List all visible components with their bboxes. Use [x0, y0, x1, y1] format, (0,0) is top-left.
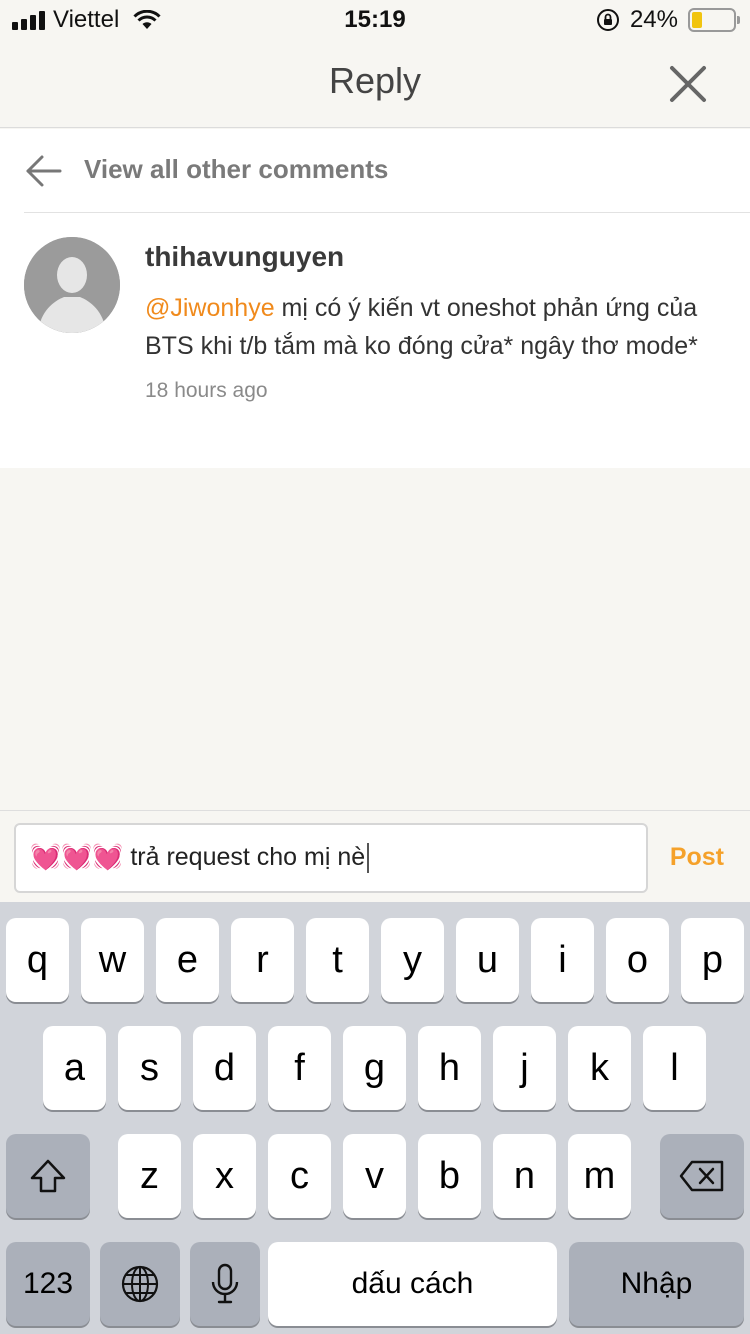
avatar[interactable]: [24, 237, 120, 333]
key-i[interactable]: i: [531, 918, 594, 1002]
key-u[interactable]: u: [456, 918, 519, 1002]
shift-icon: [30, 1159, 66, 1193]
backspace-icon: [679, 1160, 724, 1192]
divider: [24, 212, 750, 213]
key-p[interactable]: p: [681, 918, 744, 1002]
key-b[interactable]: b: [418, 1134, 481, 1218]
globe-icon: [121, 1265, 159, 1303]
globe-key[interactable]: [100, 1242, 180, 1326]
return-key[interactable]: Nhập: [569, 1242, 744, 1326]
key-c[interactable]: c: [268, 1134, 331, 1218]
key-m[interactable]: m: [568, 1134, 631, 1218]
key-a[interactable]: a: [43, 1026, 106, 1110]
battery-fill: [692, 12, 702, 28]
key-n[interactable]: n: [493, 1134, 556, 1218]
orientation-lock-icon: [596, 9, 619, 31]
post-button[interactable]: Post: [670, 843, 724, 872]
key-q[interactable]: q: [6, 918, 69, 1002]
key-f[interactable]: f: [268, 1026, 331, 1110]
key-t[interactable]: t: [306, 918, 369, 1002]
comment-panel: View all other comments thihavunguyen @J…: [0, 129, 750, 468]
key-k[interactable]: k: [568, 1026, 631, 1110]
key-d[interactable]: d: [193, 1026, 256, 1110]
close-icon[interactable]: [666, 62, 710, 106]
back-arrow-icon[interactable]: [24, 151, 64, 191]
numbers-key[interactable]: 123: [6, 1242, 90, 1326]
key-e[interactable]: e: [156, 918, 219, 1002]
key-o[interactable]: o: [606, 918, 669, 1002]
space-key[interactable]: dấu cách: [268, 1242, 557, 1326]
key-w[interactable]: w: [81, 918, 144, 1002]
shift-key[interactable]: [6, 1134, 90, 1218]
key-h[interactable]: h: [418, 1026, 481, 1110]
key-r[interactable]: r: [231, 918, 294, 1002]
text-caret: [367, 843, 370, 874]
mention-link[interactable]: @Jiwonhye: [145, 294, 275, 322]
header: Reply: [0, 40, 750, 128]
reply-input-value[interactable]: 💓💓💓 trả request cho mị nè: [30, 843, 370, 874]
comment-body: @Jiwonhye mị có ý kiến vt oneshot phản ứ…: [145, 289, 735, 365]
reply-composer: 💓💓💓 trả request cho mị nè Post: [0, 810, 750, 902]
microphone-icon: [211, 1263, 239, 1304]
comment-username[interactable]: thihavunguyen: [145, 241, 344, 273]
battery-icon: [688, 8, 740, 32]
delete-key[interactable]: [660, 1134, 744, 1218]
dictation-key[interactable]: [190, 1242, 260, 1326]
comment-timestamp: 18 hours ago: [145, 379, 268, 402]
key-l[interactable]: l: [643, 1026, 706, 1110]
key-s[interactable]: s: [118, 1026, 181, 1110]
status-bar: Viettel 15:19 24%: [0, 0, 750, 40]
page-title: Reply: [328, 60, 422, 101]
key-z[interactable]: z: [118, 1134, 181, 1218]
status-right: 24%: [596, 6, 740, 34]
key-g[interactable]: g: [343, 1026, 406, 1110]
default-avatar-icon: [24, 237, 120, 333]
view-all-comments-link[interactable]: View all other comments: [84, 154, 388, 185]
key-v[interactable]: v: [343, 1134, 406, 1218]
view-all-comments-row[interactable]: View all other comments: [0, 129, 750, 213]
key-y[interactable]: y: [381, 918, 444, 1002]
reply-input[interactable]: 💓💓💓 trả request cho mị nè: [14, 823, 648, 893]
reply-input-text: 💓💓💓 trả request cho mị nè: [30, 843, 366, 871]
key-j[interactable]: j: [493, 1026, 556, 1110]
key-x[interactable]: x: [193, 1134, 256, 1218]
battery-percent: 24%: [629, 6, 678, 33]
on-screen-keyboard: q w e r t y u i o p a s d f g h j k l z …: [0, 902, 750, 1334]
